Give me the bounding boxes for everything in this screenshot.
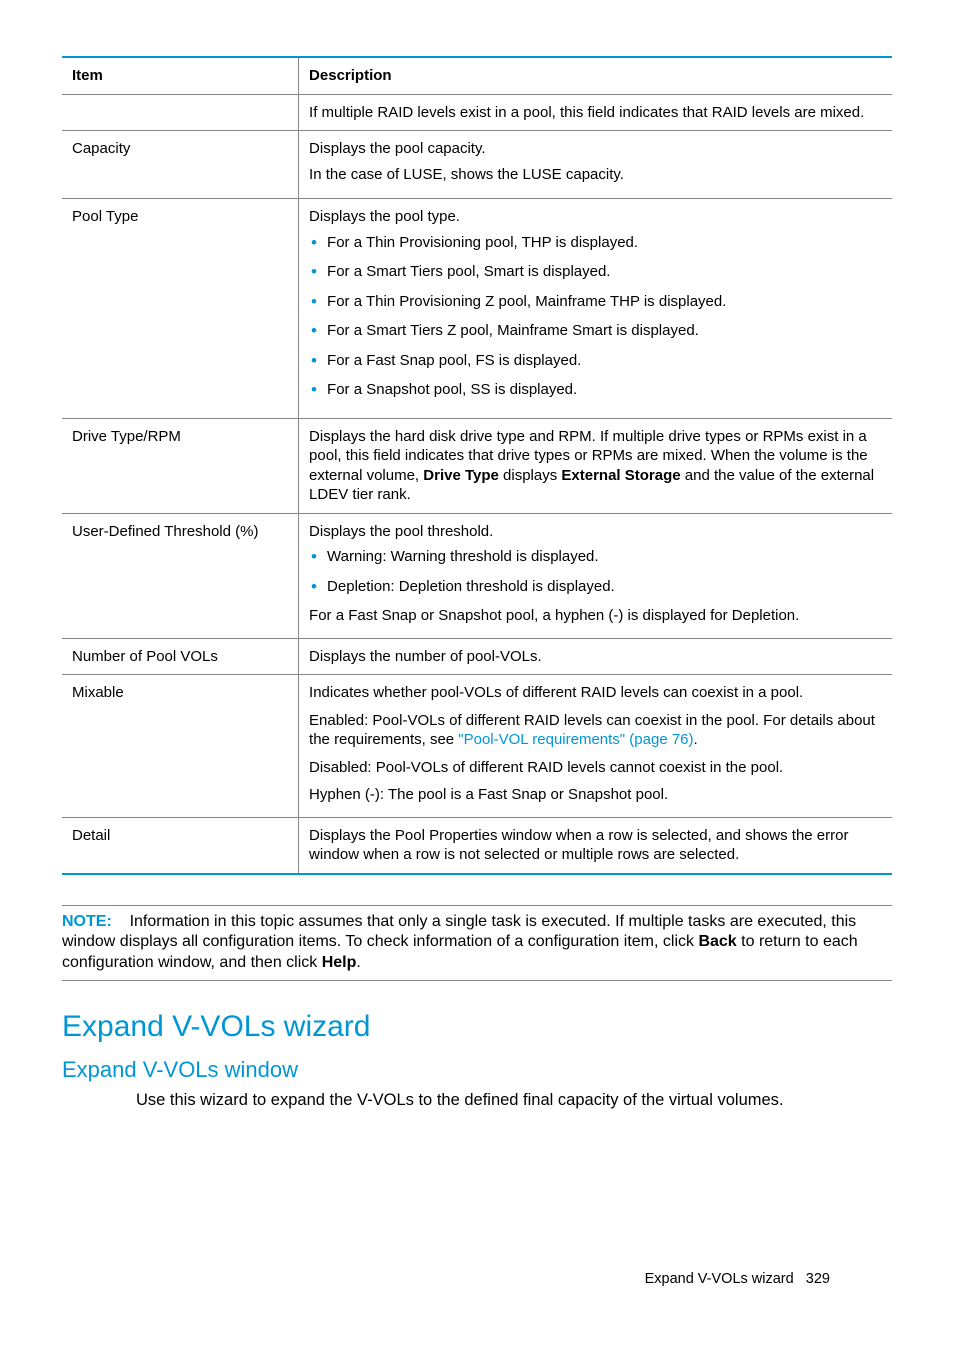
- body-text: Use this wizard to expand the V-VOLs to …: [136, 1090, 892, 1111]
- table-row: User-Defined Threshold (%) Displays the …: [62, 513, 892, 638]
- cell-item: Mixable: [62, 675, 299, 818]
- table-row: Number of Pool VOLs Displays the number …: [62, 638, 892, 675]
- cell-item: Pool Type: [62, 199, 299, 419]
- table-row: Drive Type/RPM Displays the hard disk dr…: [62, 418, 892, 513]
- note-label: NOTE:: [62, 913, 112, 930]
- footer-text: Expand V-VOLs wizard: [645, 1271, 794, 1287]
- cell-text: In the case of LUSE, shows the LUSE capa…: [309, 165, 882, 185]
- poolvol-requirements-link[interactable]: "Pool-VOL requirements" (page 76): [458, 731, 693, 748]
- cell-item: Capacity: [62, 131, 299, 199]
- list-item: For a Thin Provisioning pool, THP is dis…: [309, 233, 882, 253]
- cell-text: Displays the pool capacity.: [309, 139, 882, 159]
- subsection-heading: Expand V-VOLs window: [62, 1056, 892, 1085]
- cell-text: Displays the number of pool-VOLs.: [299, 638, 892, 675]
- cell-text: Disabled: Pool-VOLs of different RAID le…: [309, 758, 882, 778]
- list-item: For a Thin Provisioning Z pool, Mainfram…: [309, 292, 882, 312]
- table-row: Detail Displays the Pool Properties wind…: [62, 817, 892, 874]
- bullet-list: For a Thin Provisioning pool, THP is dis…: [309, 233, 882, 400]
- bold-text: External Storage: [561, 467, 680, 484]
- cell-text: Displays the Pool Properties window when…: [299, 817, 892, 874]
- bold-text: Help: [322, 954, 357, 971]
- list-item: For a Smart Tiers pool, Smart is display…: [309, 262, 882, 282]
- cell-item: User-Defined Threshold (%): [62, 513, 299, 638]
- col-header-item: Item: [62, 57, 299, 94]
- table-row: Capacity Displays the pool capacity. In …: [62, 131, 892, 199]
- cell-text: If multiple RAID levels exist in a pool,…: [299, 94, 892, 131]
- cell-item: Number of Pool VOLs: [62, 638, 299, 675]
- note-block: NOTE: Information in this topic assumes …: [62, 905, 892, 981]
- table-row: If multiple RAID levels exist in a pool,…: [62, 94, 892, 131]
- cell-text: Indicates whether pool-VOLs of different…: [309, 683, 882, 703]
- table-row: Pool Type Displays the pool type. For a …: [62, 199, 892, 419]
- cell-text: For a Fast Snap or Snapshot pool, a hyph…: [309, 606, 882, 626]
- list-item: Warning: Warning threshold is displayed.: [309, 547, 882, 567]
- bullet-list: Warning: Warning threshold is displayed.…: [309, 547, 882, 596]
- cell-text: Displays the pool type.: [309, 207, 882, 227]
- list-item: For a Snapshot pool, SS is displayed.: [309, 380, 882, 400]
- list-item: Depletion: Depletion threshold is displa…: [309, 577, 882, 597]
- note-text: .: [356, 954, 360, 971]
- table-row: Mixable Indicates whether pool-VOLs of d…: [62, 675, 892, 818]
- cell-text: Hyphen (-): The pool is a Fast Snap or S…: [309, 785, 882, 805]
- properties-table: Item Description If multiple RAID levels…: [62, 56, 892, 875]
- list-item: For a Smart Tiers Z pool, Mainframe Smar…: [309, 321, 882, 341]
- cell-item: Drive Type/RPM: [62, 418, 299, 513]
- cell-text: displays: [499, 467, 562, 484]
- cell-item: Detail: [62, 817, 299, 874]
- bold-text: Back: [698, 933, 736, 950]
- page-footer: Expand V-VOLs wizard 329: [645, 1270, 830, 1289]
- list-item: For a Fast Snap pool, FS is displayed.: [309, 351, 882, 371]
- cell-text: Displays the pool threshold.: [309, 522, 882, 542]
- page-number: 329: [806, 1271, 830, 1287]
- cell-text: .: [694, 731, 698, 748]
- col-header-description: Description: [299, 57, 892, 94]
- section-heading: Expand V-VOLs wizard: [62, 1007, 892, 1046]
- bold-text: Drive Type: [423, 467, 499, 484]
